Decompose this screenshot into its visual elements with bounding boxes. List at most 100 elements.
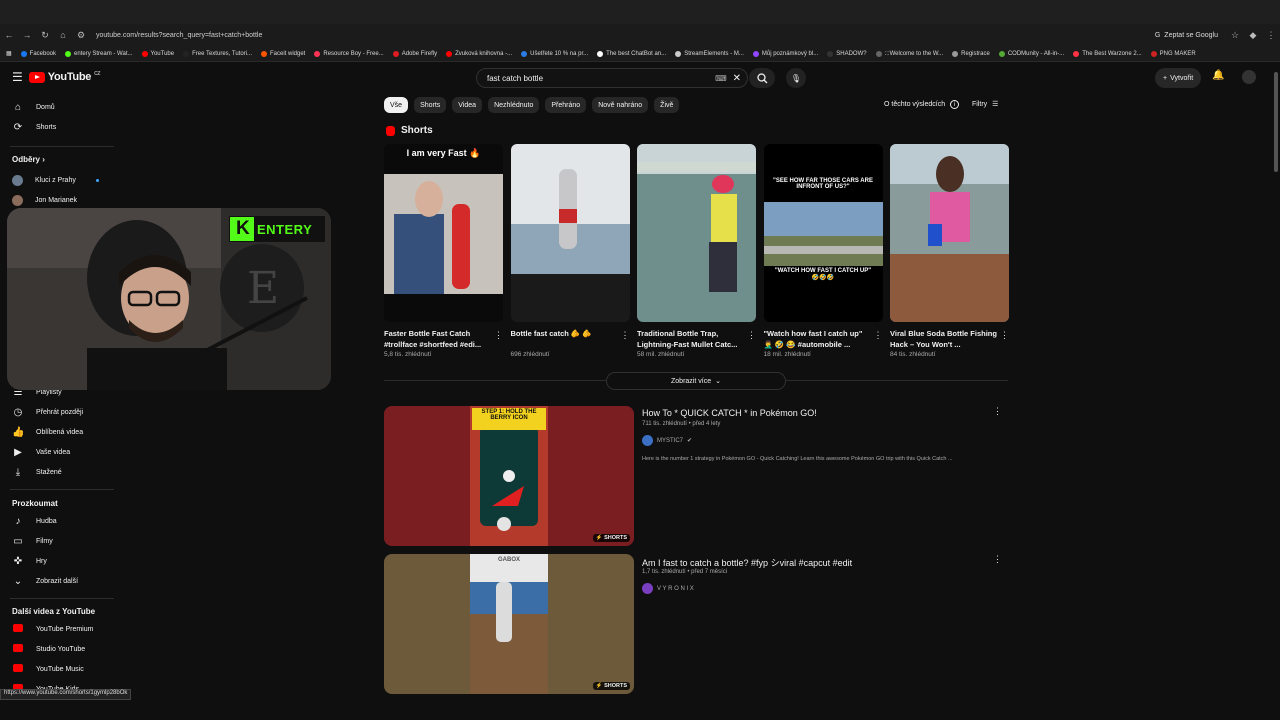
sidebar-item-home[interactable]: ⌂ Domů	[12, 102, 55, 113]
sidebar-item-shorts[interactable]: ⟳ Shorts	[12, 122, 56, 133]
video-title[interactable]: How To * QUICK CATCH * in Pokémon GO!	[642, 408, 817, 418]
subscriptions-heading[interactable]: Odběry ›	[12, 155, 45, 164]
chip-filter[interactable]: Živě	[654, 97, 680, 113]
short-card[interactable]: "SEE HOW FAR THOSE CARS ARE INFRONT OF U…	[763, 144, 883, 358]
short-thumbnail[interactable]	[890, 144, 1009, 322]
video-result[interactable]: STEP 1: HOLD THE BERRY ICON ⚡ SHORTS How T…	[384, 406, 1008, 546]
chip-filter[interactable]: Nově nahráno	[592, 97, 649, 113]
bookmark-item[interactable]: Můj poznámkový bl...	[752, 50, 818, 57]
search-box[interactable]: fast catch bottle ⌨ ✕	[476, 68, 748, 88]
sidebar-item-clock[interactable]: ◷ Přehrát později	[12, 407, 83, 418]
bookmark-favicon-icon	[875, 50, 882, 57]
chip-filter[interactable]: Videa	[452, 97, 483, 113]
url-field[interactable]: youtube.com/results?search_query=fast+ca…	[96, 32, 1155, 39]
bookmark-item[interactable]: Zvuková knihovna -...	[446, 50, 512, 57]
sidebar-item-thumbs-up[interactable]: 👍 Oblíbená videa	[12, 427, 83, 438]
bookmark-item[interactable]: SHADOW?	[827, 50, 867, 57]
more-actions-icon[interactable]: ⋮	[494, 330, 503, 341]
back-icon[interactable]: ←	[0, 30, 18, 40]
short-thumbnail[interactable]	[637, 144, 756, 322]
bookmark-item[interactable]: Adobe Firefly	[392, 50, 437, 57]
short-card[interactable]: I am very Fast 🔥 Faster Bottle Fast Catch…	[384, 144, 503, 358]
show-more-button[interactable]: Zobrazit více ⌄	[606, 372, 786, 390]
bookmark-item[interactable]: Resource Boy - Free...	[314, 50, 384, 57]
short-thumbnail[interactable]: "SEE HOW FAR THOSE CARS ARE INFRONT OF U…	[763, 144, 883, 322]
star-icon[interactable]: ☆	[1226, 30, 1244, 41]
bookmark-item[interactable]: CODMunity - All-in-...	[998, 50, 1064, 57]
bookmark-item[interactable]: The Best Warzone 2...	[1073, 50, 1142, 57]
youtube-logo[interactable]: YouTube CZ	[28, 71, 100, 83]
search-input[interactable]: fast catch bottle	[487, 74, 543, 83]
more-actions-icon[interactable]: ⋮	[747, 330, 756, 341]
video-title[interactable]: Am I fast to catch a bottle? #fyp シviral…	[642, 556, 852, 569]
short-title[interactable]: Faster Bottle Fast Catch #trollface #sho…	[384, 328, 503, 350]
bookmark-item[interactable]: Registrace	[952, 50, 990, 57]
bookmark-item[interactable]: Facebook	[20, 50, 56, 57]
bookmark-item[interactable]: StreamElements - M...	[675, 50, 744, 57]
home-icon[interactable]: ⌂	[54, 30, 72, 40]
clear-search-icon[interactable]: ✕	[733, 73, 741, 84]
more-actions-icon[interactable]: ⋮	[993, 554, 1002, 565]
short-title[interactable]: Traditional Bottle Trap, Lightning-Fast …	[637, 328, 756, 350]
sidebar-item-subscription[interactable]: Kluci z Prahy	[12, 175, 76, 186]
menu-icon[interactable]: ⋮	[1262, 30, 1280, 41]
voice-search-button[interactable]: 🎙	[786, 68, 806, 88]
more-actions-icon[interactable]: ⋮	[874, 330, 883, 341]
bookmark-item[interactable]: :::Welcome to the W...	[875, 50, 943, 57]
reload-icon[interactable]: ↻	[36, 30, 54, 41]
scrollbar[interactable]	[1272, 62, 1280, 720]
bookmark-favicon-icon	[20, 50, 27, 57]
short-card[interactable]: Viral Blue Soda Bottle Fishing Hack – Yo…	[890, 144, 1009, 358]
sidebar-item-download[interactable]: ⤓ Stažené	[12, 467, 62, 478]
about-results-button[interactable]: O těchto výsledcích i	[884, 100, 960, 109]
bookmark-item[interactable]: YouTube	[141, 50, 174, 57]
create-button[interactable]: + Vytvořit	[1155, 68, 1202, 88]
short-thumbnail[interactable]	[510, 144, 630, 322]
apps-icon[interactable]: ▦	[6, 50, 12, 57]
scrollbar-thumb[interactable]	[1274, 72, 1278, 172]
bookmark-item[interactable]: Faceit widget	[261, 50, 305, 57]
bookmark-item[interactable]: PNG MAKER	[1150, 50, 1196, 57]
sidebar-item-music[interactable]: ♪ Hudba	[12, 516, 57, 527]
sidebar-item-gamepad[interactable]: ✜ Hry	[12, 556, 47, 567]
bookmark-item[interactable]: entery Stream - Wat...	[65, 50, 133, 57]
video-thumbnail[interactable]: STEP 1: HOLD THE BERRY ICON ⚡ SHORTS	[384, 406, 634, 546]
sidebar-item-youtube-product[interactable]: YouTube Premium	[12, 624, 93, 635]
account-avatar[interactable]	[1242, 70, 1256, 84]
forward-icon[interactable]: →	[18, 30, 36, 40]
short-card[interactable]: Bottle fast catch 🫵 🫵 696 zhlédnutí ⋮	[510, 144, 630, 358]
menu-icon[interactable]: ☰	[12, 70, 23, 84]
sidebar-item-youtube-product[interactable]: YouTube Music	[12, 664, 84, 675]
channel-link[interactable]: MYSTIC7 ✔	[642, 435, 692, 446]
keyboard-icon[interactable]: ⌨	[715, 74, 727, 83]
short-title[interactable]: "Watch how fast I catch up" 🤦‍♂️ 🤣 😂 #au…	[764, 328, 883, 350]
short-title[interactable]: Bottle fast catch 🫵 🫵	[511, 328, 630, 350]
site-info-icon[interactable]: ⚙	[72, 30, 90, 41]
bookmark-item[interactable]: Free Textures, Tutori...	[183, 50, 252, 57]
bookmark-item[interactable]: The best ChatBot an...	[597, 50, 666, 57]
channel-link[interactable]: V Y R O N I X	[642, 583, 694, 594]
more-actions-icon[interactable]: ⋮	[1000, 330, 1009, 341]
bookmark-item[interactable]: Ušetřete 10 % na pr...	[521, 50, 588, 57]
short-thumbnail[interactable]: I am very Fast 🔥	[384, 144, 503, 322]
more-actions-icon[interactable]: ⋮	[621, 330, 630, 341]
chip-all[interactable]: Vše	[384, 97, 409, 113]
sidebar-item-chevron-down[interactable]: ⌄ Zobrazit další	[12, 576, 78, 587]
ask-google-button[interactable]: G Zeptat se Googlu	[1155, 32, 1218, 39]
chip-filter[interactable]: Nezhlédnuto	[488, 97, 540, 113]
sidebar-item-video[interactable]: ▶ Vaše videa	[12, 447, 70, 458]
filters-button[interactable]: Filtry ☰	[972, 100, 998, 109]
chip-filter[interactable]: Přehráno	[545, 97, 587, 113]
sidebar-item-youtube-product[interactable]: Studio YouTube	[12, 644, 85, 655]
notifications-icon[interactable]: 🔔	[1212, 70, 1224, 81]
extensions-icon[interactable]: ◆	[1244, 30, 1262, 41]
short-card[interactable]: Traditional Bottle Trap, Lightning-Fast …	[637, 144, 756, 358]
search-button[interactable]	[749, 68, 775, 88]
short-title[interactable]: Viral Blue Soda Bottle Fishing Hack – Yo…	[890, 328, 1009, 350]
sidebar-item-subscription[interactable]: Jon Marianek	[12, 195, 77, 206]
chip-filter[interactable]: Shorts	[414, 97, 447, 113]
video-thumbnail[interactable]: GABOX ⚡ SHORTS	[384, 554, 634, 694]
sidebar-item-film[interactable]: ▭ Filmy	[12, 536, 52, 547]
more-actions-icon[interactable]: ⋮	[993, 406, 1002, 417]
video-result[interactable]: GABOX ⚡ SHORTS Am I fast to catch a bottle…	[384, 554, 1008, 694]
